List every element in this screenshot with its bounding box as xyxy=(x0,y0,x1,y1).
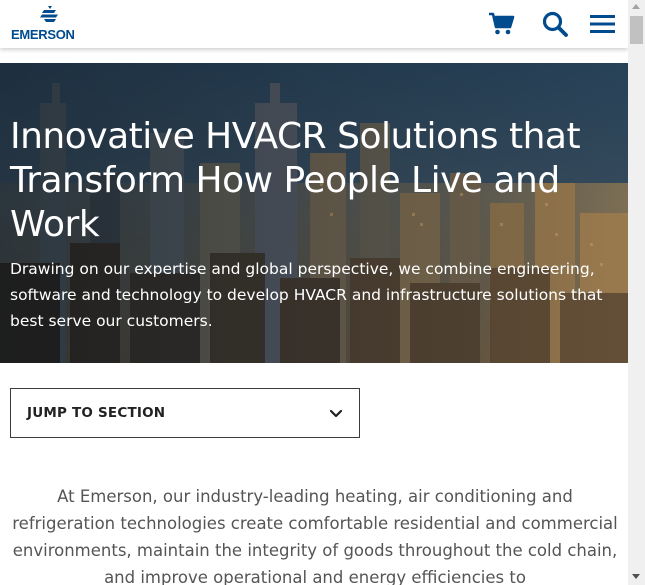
chevron-down-icon xyxy=(329,409,343,418)
search-icon xyxy=(542,11,568,37)
jump-to-section-dropdown[interactable]: JUMP TO SECTION xyxy=(10,388,360,438)
emerson-logo-mark-icon xyxy=(40,6,58,22)
site-header: EMERSON xyxy=(0,0,628,48)
hero-description: Drawing on our expertise and global pers… xyxy=(10,260,603,330)
scroll-thumb[interactable] xyxy=(630,16,643,44)
menu-button[interactable] xyxy=(588,10,618,38)
hero-banner: Innovative HVACR Solutions that Transfor… xyxy=(0,63,628,363)
hamburger-menu-icon xyxy=(590,15,615,33)
logo-text: EMERSON xyxy=(11,27,75,42)
intro-paragraph: At Emerson, our industry-leading heating… xyxy=(12,487,618,585)
jump-to-section-label: JUMP TO SECTION xyxy=(27,405,166,421)
scroll-up-arrow-icon[interactable] xyxy=(632,4,640,9)
cart-button[interactable] xyxy=(486,10,516,38)
emerson-logo[interactable]: EMERSON xyxy=(11,5,91,42)
search-button[interactable] xyxy=(540,10,570,38)
scroll-down-arrow-icon[interactable] xyxy=(632,574,640,579)
page-scrollbar[interactable] xyxy=(628,0,645,585)
cart-icon xyxy=(489,12,515,35)
hero-title: Innovative HVACR Solutions that Transfor… xyxy=(10,116,581,245)
